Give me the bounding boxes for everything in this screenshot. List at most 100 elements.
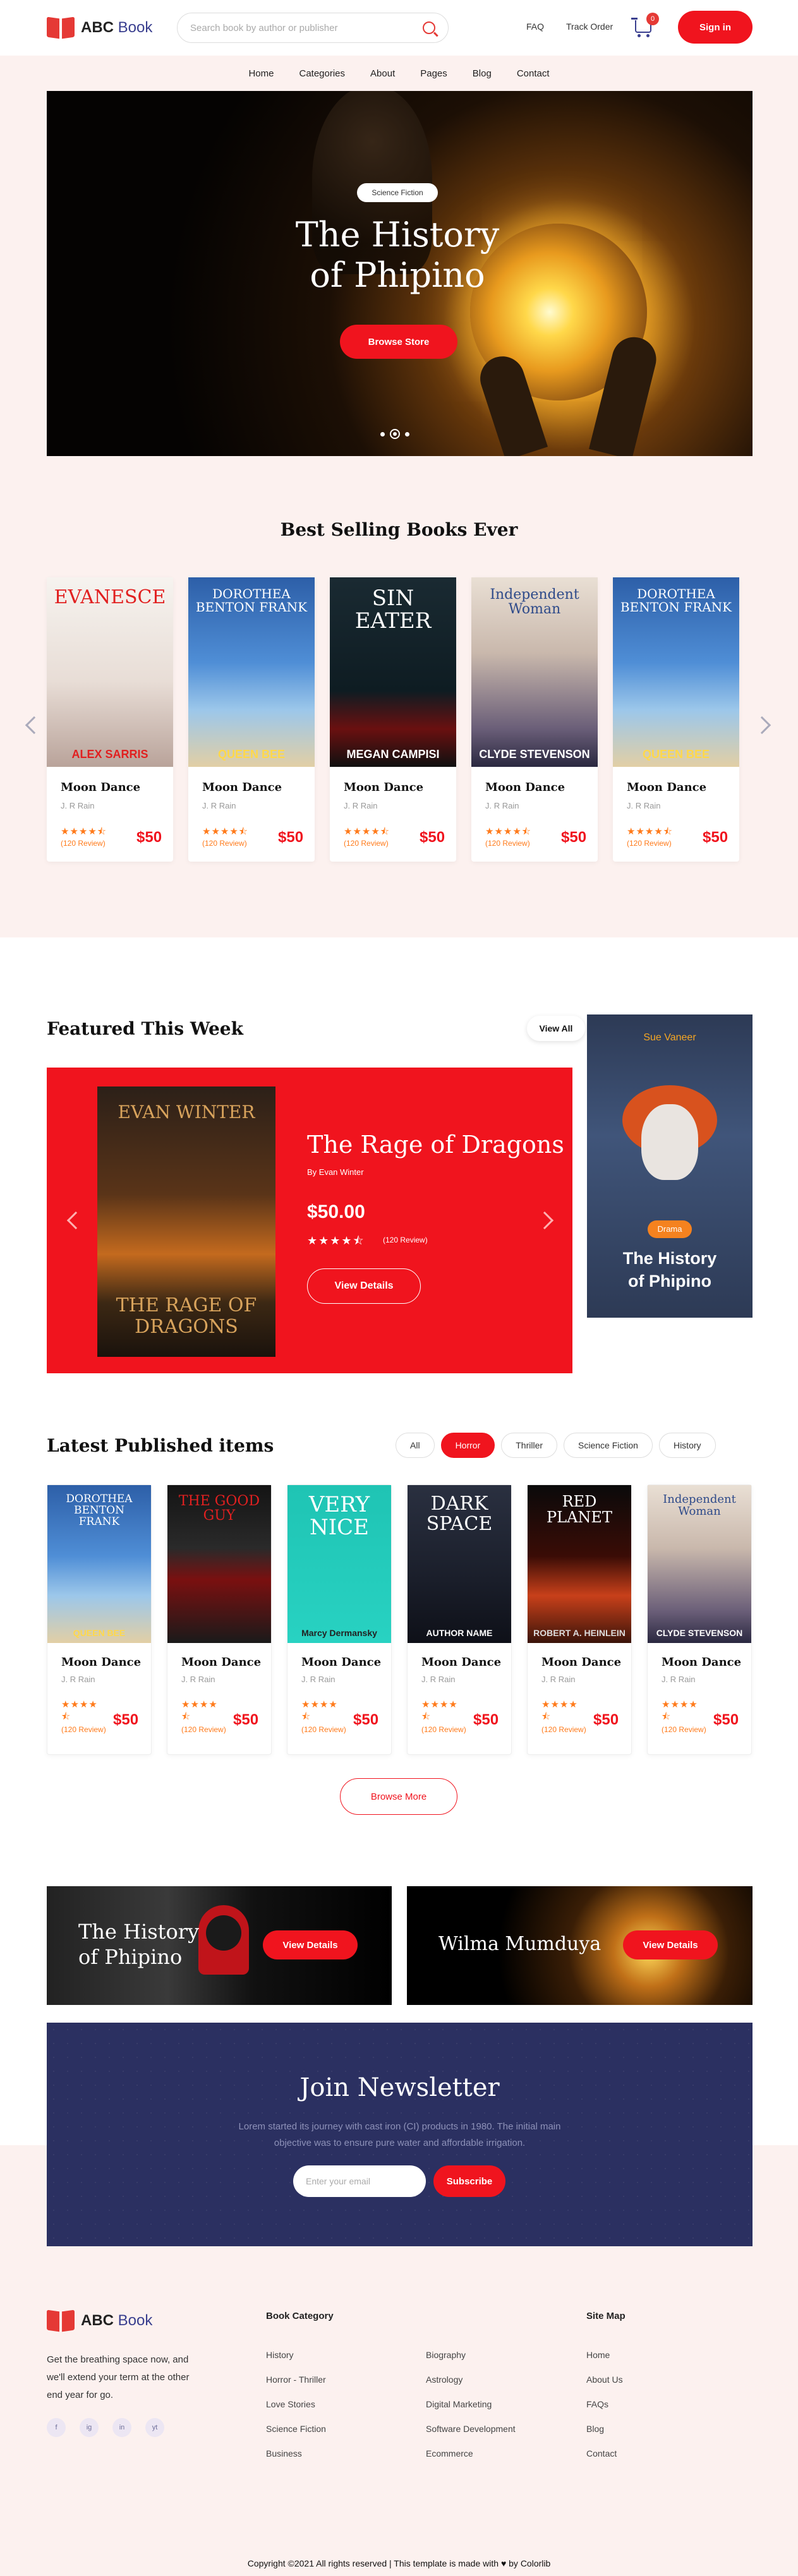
footer-link-digital-marketing[interactable]: Digital Marketing: [426, 2399, 492, 2409]
book-price: $50: [420, 829, 445, 846]
book-title[interactable]: Moon Dance: [421, 1656, 501, 1669]
sitemap-link-about-us[interactable]: About Us: [586, 2374, 623, 2385]
book-title[interactable]: Moon Dance: [541, 1656, 621, 1669]
book-price: $50: [113, 1711, 139, 1728]
search-placeholder[interactable]: Search book by author or publisher: [190, 23, 337, 33]
book-title[interactable]: Moon Dance: [61, 781, 140, 794]
footer-link-astrology[interactable]: Astrology: [426, 2374, 462, 2385]
cover-title-text: Independent Woman: [663, 1493, 736, 1518]
sitemap-link-blog[interactable]: Blog: [586, 2424, 604, 2434]
facebook-icon[interactable]: f: [47, 2418, 66, 2437]
featured-book-title[interactable]: The Rage of Dragons: [307, 1131, 564, 1159]
footer-link-software-development[interactable]: Software Development: [426, 2424, 516, 2434]
book-title[interactable]: Moon Dance: [202, 781, 282, 794]
sitemap-link-faqs[interactable]: FAQs: [586, 2399, 608, 2409]
book-card[interactable]: DARK SPACE AUTHOR NAME Moon Dance J. R Rain…: [407, 1484, 512, 1755]
book-title[interactable]: Moon Dance: [485, 781, 565, 794]
search-bar[interactable]: Search book by author or publisher: [177, 13, 449, 43]
sitemap-link-home[interactable]: Home: [586, 2350, 610, 2360]
book-cover[interactable]: Independent Woman CLYDE STEVENSON: [471, 577, 598, 767]
slider-dot[interactable]: [405, 431, 409, 436]
book-title[interactable]: Moon Dance: [344, 781, 423, 794]
view-all-button[interactable]: View All: [527, 1016, 585, 1041]
footer-link-love-stories[interactable]: Love Stories: [266, 2399, 315, 2409]
chevron-left-icon[interactable]: [66, 1211, 85, 1230]
book-cover[interactable]: DOROTHEA BENTON FRANK QUEEN BEE: [613, 577, 739, 767]
book-title[interactable]: Moon Dance: [61, 1656, 141, 1669]
signin-button[interactable]: Sign in: [678, 11, 753, 44]
book-card[interactable]: DOROTHEA BENTON FRANK QUEEN BEE Moon Dance…: [613, 577, 739, 862]
browse-more-button[interactable]: Browse More: [340, 1778, 457, 1815]
book-card[interactable]: DOROTHEA BENTON FRANK QUEEN BEE Moon Dance…: [188, 577, 315, 862]
search-icon[interactable]: [423, 21, 435, 34]
filter-tab-thriller[interactable]: Thriller: [501, 1433, 558, 1458]
book-title[interactable]: Moon Dance: [627, 781, 706, 794]
hero-category-badge: Science Fiction: [357, 183, 438, 202]
book-card[interactable]: DOROTHEA BENTON FRANK QUEEN BEE Moon Dance…: [47, 1484, 152, 1755]
book-title[interactable]: Moon Dance: [662, 1656, 741, 1669]
side-promo-banner[interactable]: Sue Vaneer Drama The History of Phipino: [587, 1014, 753, 1318]
book-cover[interactable]: Independent Woman CLYDE STEVENSON: [648, 1485, 751, 1643]
promo-banner-right[interactable]: Wilma Mumduya View Details: [407, 1886, 753, 2005]
book-card[interactable]: Independent Woman CLYDE STEVENSON Moon Dan…: [471, 577, 598, 862]
filter-tab-all[interactable]: All: [396, 1433, 435, 1458]
track-order-link[interactable]: Track Order: [566, 21, 613, 32]
book-cover[interactable]: EVANESCE ALEX SARRIS: [47, 577, 173, 767]
instagram-icon[interactable]: ig: [80, 2418, 99, 2437]
nav-home[interactable]: Home: [248, 68, 274, 79]
linkedin-icon[interactable]: in: [112, 2418, 131, 2437]
sitemap-link-contact[interactable]: Contact: [586, 2448, 617, 2459]
review-count: (120 Review): [485, 839, 530, 848]
promo-banner-left[interactable]: The History of Phipino View Details: [47, 1886, 392, 2005]
book-cover[interactable]: DOROTHEA BENTON FRANK QUEEN BEE: [188, 577, 315, 767]
footer-link-history[interactable]: History: [266, 2350, 294, 2360]
book-cover[interactable]: DARK SPACE AUTHOR NAME: [408, 1485, 511, 1643]
book-cover[interactable]: RED PLANET ROBERT A. HEINLEIN: [528, 1485, 631, 1643]
book-title[interactable]: Moon Dance: [301, 1656, 381, 1669]
featured-slider: EVAN WINTER THE RAGE OF DRAGONS The Rage…: [47, 1068, 572, 1373]
nav-blog[interactable]: Blog: [473, 68, 492, 79]
book-card[interactable]: EVANESCE ALEX SARRIS Moon Dance J. R Rain ★★…: [47, 577, 173, 862]
footer-link-biography[interactable]: Biography: [426, 2350, 466, 2360]
slider-dot-active[interactable]: [390, 429, 400, 439]
view-details-button[interactable]: View Details: [307, 1268, 421, 1304]
book-title[interactable]: Moon Dance: [181, 1656, 261, 1669]
youtube-icon[interactable]: yt: [145, 2418, 164, 2437]
chevron-right-icon[interactable]: [535, 1211, 554, 1230]
book-card[interactable]: VERY NICE Marcy Dermansky Moon Dance J. R R…: [287, 1484, 392, 1755]
view-details-button[interactable]: View Details: [623, 1930, 718, 1959]
featured-book-cover[interactable]: EVAN WINTER THE RAGE OF DRAGONS: [97, 1086, 275, 1357]
slider-dot[interactable]: [380, 431, 385, 436]
book-card[interactable]: RED PLANET ROBERT A. HEINLEIN Moon Dance J.…: [527, 1484, 632, 1755]
nav-categories[interactable]: Categories: [299, 68, 345, 79]
book-cover[interactable]: SIN EATER MEGAN CAMPISI: [330, 577, 456, 767]
copyright-suffix[interactable]: by Colorlib: [509, 2558, 550, 2568]
book-price: $50: [353, 1711, 379, 1728]
book-card[interactable]: THE GOOD GUY Moon Dance J. R Rain ★★★★ ⯪ (120…: [167, 1484, 272, 1755]
book-cover[interactable]: DOROTHEA BENTON FRANK QUEEN BEE: [47, 1485, 151, 1643]
cover-bottom-text: QUEEN BEE: [217, 748, 286, 761]
nav-pages[interactable]: Pages: [420, 68, 447, 79]
browse-store-button[interactable]: Browse Store: [340, 325, 457, 359]
filter-tab-history[interactable]: History: [658, 1433, 716, 1458]
nav-about[interactable]: About: [370, 68, 395, 79]
footer-link-horror-thriller[interactable]: Horror - Thriller: [266, 2374, 326, 2385]
view-details-button[interactable]: View Details: [263, 1930, 358, 1959]
faq-link[interactable]: FAQ: [526, 21, 544, 32]
book-card[interactable]: SIN EATER MEGAN CAMPISI Moon Dance J. R Rai…: [330, 577, 456, 862]
footer-link-ecommerce[interactable]: Ecommerce: [426, 2448, 473, 2459]
subscribe-button[interactable]: Subscribe: [433, 2165, 505, 2197]
footer-logo[interactable]: ABC Book: [47, 2311, 152, 2331]
site-logo[interactable]: ABC Book: [47, 18, 152, 38]
filter-tab-science-fiction[interactable]: Science Fiction: [564, 1433, 653, 1458]
nav-contact[interactable]: Contact: [517, 68, 550, 79]
filter-tab-horror[interactable]: Horror: [440, 1433, 495, 1458]
book-cover[interactable]: VERY NICE Marcy Dermansky: [287, 1485, 391, 1643]
email-field[interactable]: [293, 2165, 426, 2197]
book-cover[interactable]: THE GOOD GUY: [167, 1485, 271, 1643]
book-card[interactable]: Independent Woman CLYDE STEVENSON Moon Dan…: [647, 1484, 752, 1755]
book-price: $50: [233, 1711, 259, 1728]
cart-button[interactable]: 0: [631, 13, 659, 37]
footer-link-science-fiction[interactable]: Science Fiction: [266, 2424, 326, 2434]
footer-link-business[interactable]: Business: [266, 2448, 302, 2459]
